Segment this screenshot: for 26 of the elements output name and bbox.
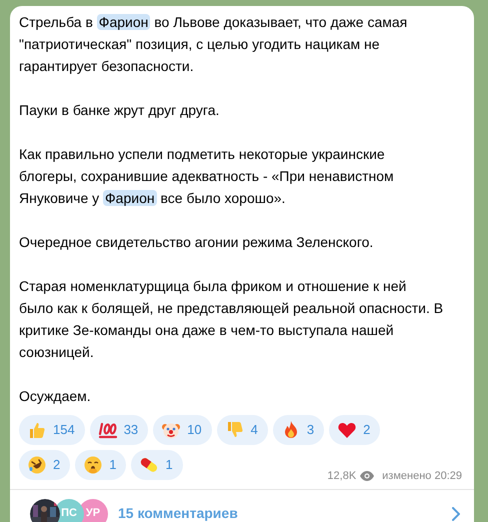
thumbs-up-icon [27,420,47,440]
heart-icon [337,420,358,440]
reaction-chip[interactable]: 2 [19,450,70,480]
hundred-points-icon [98,420,118,440]
message-paragraph: Старая номенклатурщица была фриком и отношение к ней было как к болящей, не представляющей реальной опасности. В критике Зе-команды она даже в чем-то выступала нашей союзницей. [19,277,444,362]
message-paragraph: Стрельба в Фарион во Львове доказывает, что даже самая "патриотическая" позиция, с целью угодить нацикам не гарантирует безопасности. [19,13,408,76]
message-paragraph: Осуждаем. [19,387,92,406]
reaction-chip[interactable]: 4 [216,415,268,445]
laughing-face-icon [27,455,47,475]
comments-count: 15 комментариев [118,504,238,522]
reaction-chip[interactable]: 33 [90,415,148,445]
eye-icon [360,471,374,482]
reaction-chip[interactable]: 10 [153,415,212,445]
message-paragraph: Пауки в банке жрут друг друга. [19,101,220,120]
reaction-chip[interactable]: 1 [75,450,126,480]
reaction-chip[interactable]: 3 [272,415,324,445]
reaction-chip[interactable]: 1 [131,450,183,480]
chevron-right-icon [452,506,460,520]
yawning-face-icon [83,455,104,475]
comments-link[interactable]: ПС УР 15 комментариев [10,490,474,522]
message-paragraph: Как правильно успели подметить некоторые украинские блогеры, сохранившие адекватность - «При ненавистном Януковиче у Фарион все было хорошо». [19,145,395,208]
reaction-chip[interactable]: 154 [19,415,85,445]
view-count: 12,8K [327,469,356,484]
message-paragraph: Очередное свидетельство агонии режима Зеленского. [19,233,374,252]
reaction-chip[interactable]: 2 [329,415,380,445]
edited-time: изменено 20:29 [382,469,462,484]
